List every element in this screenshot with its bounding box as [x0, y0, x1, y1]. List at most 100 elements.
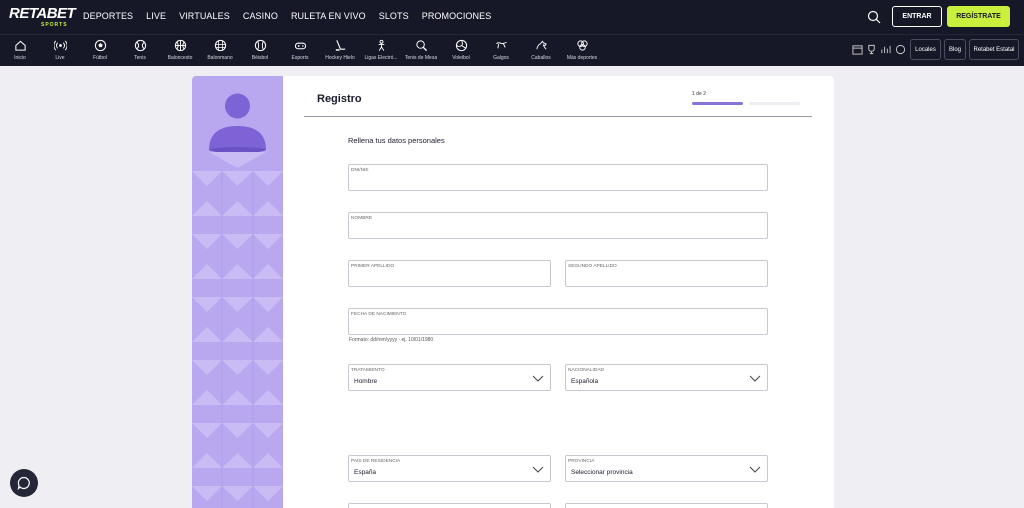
sport-item-esports[interactable]: Esports [280, 39, 320, 61]
sport-label: Voleibol [452, 55, 470, 61]
nav-slots[interactable]: SLOTS [379, 11, 409, 21]
progress-step-1 [692, 102, 743, 105]
basketball-icon [174, 39, 186, 52]
table-tennis-icon [415, 40, 427, 52]
sport-item-tenis[interactable]: Tenis [120, 39, 160, 61]
segundo-apellido-field[interactable]: SEGUNDO APELLIDO [565, 260, 768, 287]
calendar-icon[interactable] [852, 44, 863, 55]
top-bar: RETABET SPORTS DEPORTES LIVE VIRTUALES C… [0, 0, 1024, 34]
blog-button[interactable]: Blog [944, 39, 966, 60]
tratamiento-select[interactable]: TRATAMIENTO Hombre [348, 364, 551, 391]
sport-label: Fútbol [93, 55, 107, 61]
nav-live[interactable]: LIVE [146, 11, 166, 21]
nav-casino[interactable]: CASINO [243, 11, 278, 21]
logo-text: RETABET [9, 5, 76, 22]
page-title: Registro [317, 93, 362, 105]
sport-item-voleibol[interactable]: Voleibol [441, 39, 481, 61]
nav-virtuales[interactable]: VIRTUALES [179, 11, 230, 21]
chat-bubble-icon[interactable] [895, 44, 906, 55]
nacionalidad-value: Española [571, 378, 599, 385]
nacionalidad-label: NACIONALIDAD [568, 368, 604, 373]
chat-support-button[interactable] [10, 469, 38, 497]
dni-field[interactable]: DNI/NIE [348, 164, 768, 191]
primer-apellido-field[interactable]: PRIMER APELLIDO [348, 260, 551, 287]
trophy-icon[interactable] [866, 44, 877, 55]
chevron-down-icon [532, 375, 544, 382]
nav-ruleta-en-vivo[interactable]: RULETA EN VIVO [291, 11, 366, 21]
sport-label: Caballos [531, 55, 551, 61]
sport-label: Inicio [14, 55, 26, 61]
retabet-estatal-button[interactable]: Retabet Estatal [969, 39, 1019, 60]
sport-label: Tenis de Mesa [404, 55, 438, 61]
nav-deportes[interactable]: DEPORTES [83, 11, 133, 21]
pais-residencia-label: PAÍS DE RESIDENCIA [351, 459, 401, 464]
sport-label: Balonmano [207, 55, 233, 61]
sport-item-beisbol[interactable]: Béisbol [240, 39, 280, 61]
sport-item-tenis-de-mesa[interactable]: Tenis de Mesa [401, 39, 441, 61]
fecha-nacimiento-label: FECHA DE NACIMIENTO [351, 312, 407, 317]
sport-label: Esports [291, 55, 309, 61]
nombre-field[interactable]: NOMBRE [348, 212, 768, 239]
sport-item-balonmano[interactable]: Balonmano [200, 39, 240, 61]
user-avatar-illustration [192, 93, 283, 508]
sport-label: Live [55, 55, 65, 61]
volleyball-icon [455, 39, 467, 52]
sport-item-inicio[interactable]: Inicio [0, 39, 40, 61]
sport-label: Tenis [134, 55, 146, 61]
logo-subtext: SPORTS [41, 22, 68, 28]
provincia-select[interactable]: PROVINCIA Seleccionar provincia [565, 455, 768, 482]
e-league-icon [378, 39, 384, 51]
sport-item-ligas-electronicas[interactable]: Ligas Electró... [361, 39, 401, 61]
tratamiento-label: TRATAMIENTO [351, 368, 385, 373]
pais-residencia-select[interactable]: PAÍS DE RESIDENCIA España [348, 455, 551, 482]
live-icon [53, 40, 67, 51]
nacionalidad-select[interactable]: NACIONALIDAD Española [565, 364, 768, 391]
side-illustration [192, 76, 283, 508]
chevron-down-icon [749, 375, 761, 382]
nombre-label: NOMBRE [351, 216, 373, 221]
home-icon [14, 40, 26, 51]
login-button[interactable]: ENTRAR [892, 6, 942, 27]
fecha-format-hint: Formato: dd/mm/yyyy - ej. 10/01/1980 [349, 337, 434, 343]
handball-icon [214, 39, 226, 52]
sport-label: Hockey Hielo [325, 55, 355, 61]
primer-apellido-label: PRIMER APELLIDO [351, 264, 395, 269]
pais-residencia-value: España [354, 469, 377, 476]
sport-item-baloncesto[interactable]: Baloncesto [160, 39, 200, 61]
segundo-apellido-label: SEGUNDO APELLIDO [568, 264, 617, 269]
provincia-value: Seleccionar provincia [571, 469, 633, 476]
step-indicator: 1 de 2 [692, 91, 706, 97]
sport-item-galgos[interactable]: Galgos [481, 39, 521, 61]
sport-label: Ligas Electró... [364, 55, 398, 61]
register-button[interactable]: REGÍSTRATE [947, 6, 1010, 27]
form-subtitle: Rellena tus datos personales [348, 136, 445, 145]
baseball-icon [254, 39, 266, 52]
nav-promociones[interactable]: PROMOCIONES [422, 11, 492, 21]
sport-item-live[interactable]: Live [40, 39, 80, 61]
locales-button[interactable]: Locales [910, 39, 941, 60]
sport-item-hockey-hielo[interactable]: Hockey Hielo [320, 39, 360, 61]
sport-item-caballos[interactable]: Caballos [521, 39, 561, 61]
fecha-nacimiento-field[interactable]: FECHA DE NACIMIENTO [348, 308, 768, 335]
retabet-logo[interactable]: RETABET SPORTS [9, 5, 76, 30]
chevron-down-icon [532, 466, 544, 473]
greyhound-icon [495, 41, 507, 49]
search-icon[interactable] [866, 9, 882, 25]
chat-icon [17, 476, 30, 491]
stats-icon[interactable] [880, 44, 891, 55]
header-divider [304, 116, 812, 117]
more-sports-icon [576, 40, 588, 51]
sport-label: Galgos [493, 55, 509, 61]
sport-item-mas-deportes[interactable]: Más deportes [562, 39, 602, 61]
registration-card: Registro 1 de 2 Rellena tus datos person… [192, 76, 834, 508]
hockey-icon [335, 40, 345, 51]
chevron-down-icon [749, 466, 761, 473]
sport-label: Más deportes [566, 55, 598, 61]
next-field-left[interactable] [348, 503, 551, 508]
next-field-right[interactable] [565, 503, 768, 508]
tennis-ball-icon [134, 39, 146, 52]
sport-item-futbol[interactable]: Fútbol [80, 39, 120, 61]
horse-icon [535, 40, 547, 50]
dni-label: DNI/NIE [351, 168, 369, 173]
provincia-label: PROVINCIA [568, 459, 595, 464]
